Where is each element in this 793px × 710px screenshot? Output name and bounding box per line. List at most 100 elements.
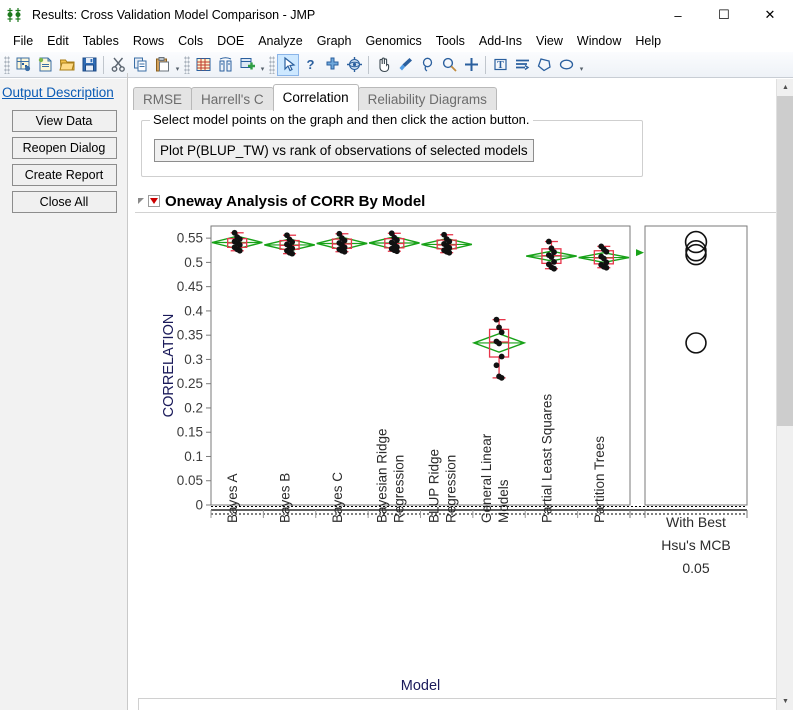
y-tick-label: 0.2 (184, 400, 203, 415)
y-tick-label: 0.5 (184, 255, 203, 270)
toolbar-overflow-icon-2[interactable]: ▾ (258, 54, 267, 76)
menu-view[interactable]: View (529, 32, 570, 50)
new-data-table-icon[interactable] (12, 54, 34, 76)
arrow-select-icon[interactable] (277, 53, 299, 76)
comparison-panel-label: Hsu's MCB (661, 537, 731, 553)
polygon-icon[interactable] (533, 54, 555, 76)
vertical-scrollbar[interactable]: ▲ ▼ (776, 79, 793, 710)
new-script-icon[interactable] (34, 54, 56, 76)
x-axis-category-label: Models (496, 479, 511, 523)
tab-correlation[interactable]: Correlation (272, 84, 359, 111)
x-axis-category-label: Partial Least Squares (539, 394, 554, 523)
crosshair-icon[interactable] (321, 54, 343, 76)
y-tick-label: 0.45 (177, 279, 203, 294)
data-point (446, 249, 453, 256)
magnifier-icon[interactable] (438, 54, 460, 76)
y-tick-label: 0.3 (184, 352, 203, 367)
data-point (551, 265, 557, 272)
copy-icon[interactable] (129, 54, 151, 76)
toolbar-grip-3[interactable] (269, 55, 275, 74)
menu-help[interactable]: Help (628, 32, 668, 50)
grabber-hand-icon[interactable] (372, 54, 394, 76)
simple-shape-icon[interactable] (511, 54, 533, 76)
menu-tools[interactable]: Tools (429, 32, 472, 50)
paste-icon[interactable] (151, 54, 173, 76)
annotate-text-icon[interactable]: T (489, 54, 511, 76)
menu-graph[interactable]: Graph (310, 32, 359, 50)
crosshairs-plus-icon[interactable] (460, 54, 482, 76)
reopen-dialog-button[interactable]: Reopen Dialog (11, 137, 117, 159)
menu-file[interactable]: File (6, 32, 40, 50)
question-help-icon[interactable]: ? (299, 54, 321, 76)
oval-icon[interactable] (555, 54, 577, 76)
y-tick-label: 0.35 (177, 328, 203, 343)
best-group-arrow-icon (636, 249, 644, 257)
menu-doe[interactable]: DOE (210, 32, 251, 50)
svg-text:?: ? (306, 57, 314, 72)
menu-window[interactable]: Window (570, 32, 628, 50)
menu-tables[interactable]: Tables (76, 32, 126, 50)
view-data-button[interactable]: View Data (11, 110, 117, 132)
menu-genomics[interactable]: Genomics (358, 32, 428, 50)
menu-bar: File Edit Tables Rows Cols DOE Analyze G… (0, 30, 793, 52)
column-viewer-icon[interactable] (214, 54, 236, 76)
x-axis-category-label: Bayes B (278, 473, 293, 523)
maximize-button[interactable]: ☐ (701, 0, 747, 30)
save-icon[interactable] (78, 54, 100, 76)
add-rows-icon[interactable] (236, 54, 258, 76)
plot-frame (210, 225, 631, 506)
data-table-icon[interactable] (192, 54, 214, 76)
left-sidebar: Output Description View Data Reopen Dial… (0, 73, 128, 710)
close-button[interactable]: ✕ (747, 0, 793, 30)
create-report-button[interactable]: Create Report (11, 164, 117, 186)
minimize-button[interactable]: – (655, 0, 701, 30)
tab-reliability-diagrams[interactable]: Reliability Diagrams (357, 87, 497, 111)
chart-svg[interactable]: 0 0.05 0.1 0.15 0.2 0.25 0.3 0.35 0.4 0.45 0.5 0.55… (155, 220, 770, 710)
data-point (498, 374, 505, 381)
x-axis-category-label: Partition Trees (592, 436, 607, 523)
menu-cols[interactable]: Cols (171, 32, 210, 50)
window-title: Results: Cross Validation Model Comparis… (32, 7, 316, 22)
x-axis-category-label: General Linear (479, 433, 494, 523)
toolbar-grip-2[interactable] (184, 55, 190, 74)
toolbar-overflow-icon[interactable]: ▾ (173, 54, 182, 76)
data-point (551, 259, 557, 265)
red-triangle-menu-icon[interactable] (148, 195, 160, 207)
x-axis-category-label: Regression (444, 455, 459, 523)
cut-icon[interactable] (107, 54, 129, 76)
jmp-logo-icon (6, 6, 26, 24)
menu-analyze[interactable]: Analyze (251, 32, 309, 50)
comparison-panel-label: With Best (666, 514, 726, 530)
open-file-icon[interactable] (56, 54, 78, 76)
tab-harrells-c[interactable]: Harrell's C (191, 87, 274, 111)
scroll-down-arrow-icon[interactable]: ▼ (777, 693, 793, 710)
y-tick-label: 0.55 (177, 231, 203, 246)
window-controls: – ☐ ✕ (655, 0, 793, 30)
content-area: RMSE Harrell's C Correlation Reliability… (128, 79, 793, 710)
menu-rows[interactable]: Rows (126, 32, 171, 50)
menu-add-ins[interactable]: Add-Ins (472, 32, 529, 50)
y-axis-title: CORRELATION (161, 314, 177, 418)
instruction-group-box: Select model points on the graph and the… (141, 112, 643, 177)
toolbar-separator (103, 55, 104, 74)
brush-icon[interactable] (394, 54, 416, 76)
lasso-icon[interactable] (416, 54, 438, 76)
y-tick-label: 0 (195, 498, 203, 513)
menu-edit[interactable]: Edit (40, 32, 76, 50)
output-description-link[interactable]: Output Description (2, 85, 128, 100)
data-point (603, 248, 610, 255)
toolbar: ▾ ▾ ? T ▾ (0, 52, 793, 78)
scrollbar-thumb[interactable] (777, 96, 793, 426)
tab-strip: RMSE Harrell's C Correlation Reliability… (133, 84, 497, 111)
y-tick-label: 0.05 (177, 473, 203, 488)
tab-rmse[interactable]: RMSE (133, 87, 193, 111)
comparison-panel-label: 0.05 (682, 560, 709, 576)
svg-text:T: T (497, 60, 504, 71)
toolbar-grip[interactable] (4, 55, 10, 74)
toolbar-overflow-icon-3[interactable]: ▾ (577, 54, 586, 76)
scroll-up-arrow-icon[interactable]: ▲ (777, 79, 793, 96)
disclosure-triangle-icon[interactable] (138, 198, 144, 204)
close-all-button[interactable]: Close All (11, 191, 117, 213)
plot-action-button[interactable]: Plot P(BLUP_TW) vs rank of observations … (154, 139, 534, 162)
spin-icon[interactable] (343, 54, 365, 76)
